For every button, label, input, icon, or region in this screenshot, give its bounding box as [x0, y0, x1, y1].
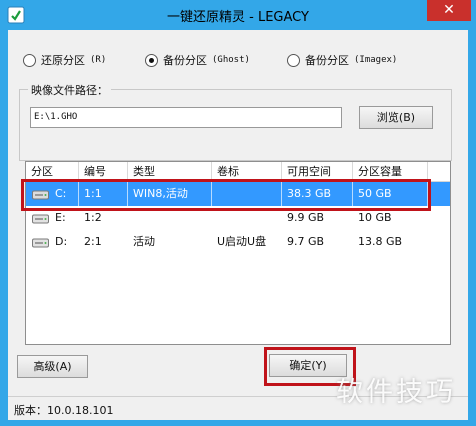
radio-backup-imagex-label: 备份分区 — [305, 54, 349, 67]
cell-number: 2:1 — [84, 235, 102, 248]
title-bar: 一键还原精灵 - LEGACY ✕ — [0, 0, 476, 30]
advanced-button[interactable]: 高级(A) — [17, 355, 88, 378]
radio-restore-label: 还原分区 — [41, 54, 85, 67]
app-window: 一键还原精灵 - LEGACY ✕ 还原分区 (R) 备份分区 (Ghost) … — [0, 0, 476, 426]
cell-label: U启动U盘 — [217, 235, 267, 248]
radio-backup-ghost[interactable]: 备份分区 (Ghost) — [145, 52, 250, 68]
radio-backup-ghost-hotkey: (Ghost) — [212, 55, 250, 65]
radio-backup-imagex-hotkey: (Imagex) — [354, 55, 398, 65]
radio-backup-ghost-circle[interactable] — [145, 53, 158, 67]
drive-icon — [32, 238, 49, 248]
radio-restore-circle[interactable] — [23, 53, 36, 67]
close-button[interactable]: ✕ — [427, 0, 471, 21]
radio-backup-imagex-circle[interactable] — [287, 53, 300, 67]
drive-icon — [32, 214, 49, 224]
cell-size: 13.8 GB — [358, 235, 403, 248]
image-path-group: 映像文件路径： E:\1.GHO 浏览(B) — [19, 82, 452, 161]
image-path-group-title: 映像文件路径： — [28, 82, 111, 98]
radio-backup-imagex[interactable]: 备份分区 (Imagex) — [287, 52, 397, 68]
table-row[interactable]: D: 2:1 活动 U启动U盘 9.7 GB 13.8 GB — [26, 230, 450, 254]
version-text: 版本：10.0.18.101 — [14, 404, 114, 417]
image-path-input[interactable]: E:\1.GHO — [30, 107, 342, 128]
window-title: 一键还原精灵 - LEGACY — [167, 10, 309, 25]
radio-restore[interactable]: 还原分区 (R) — [23, 52, 106, 68]
radio-backup-ghost-label: 备份分区 — [163, 54, 207, 67]
radio-restore-hotkey: (R) — [90, 55, 107, 65]
cell-free: 9.7 GB — [287, 235, 325, 248]
selected-partition-highlight — [21, 179, 431, 211]
watermark-text: 软件技巧 — [336, 377, 456, 408]
cell-type: 活动 — [133, 235, 155, 248]
main-panel: 还原分区 (R) 备份分区 (Ghost) 备份分区 (Imagex) 映像文件… — [8, 30, 468, 420]
cell-drive: D: — [55, 235, 68, 248]
browse-button[interactable]: 浏览(B) — [359, 106, 433, 129]
